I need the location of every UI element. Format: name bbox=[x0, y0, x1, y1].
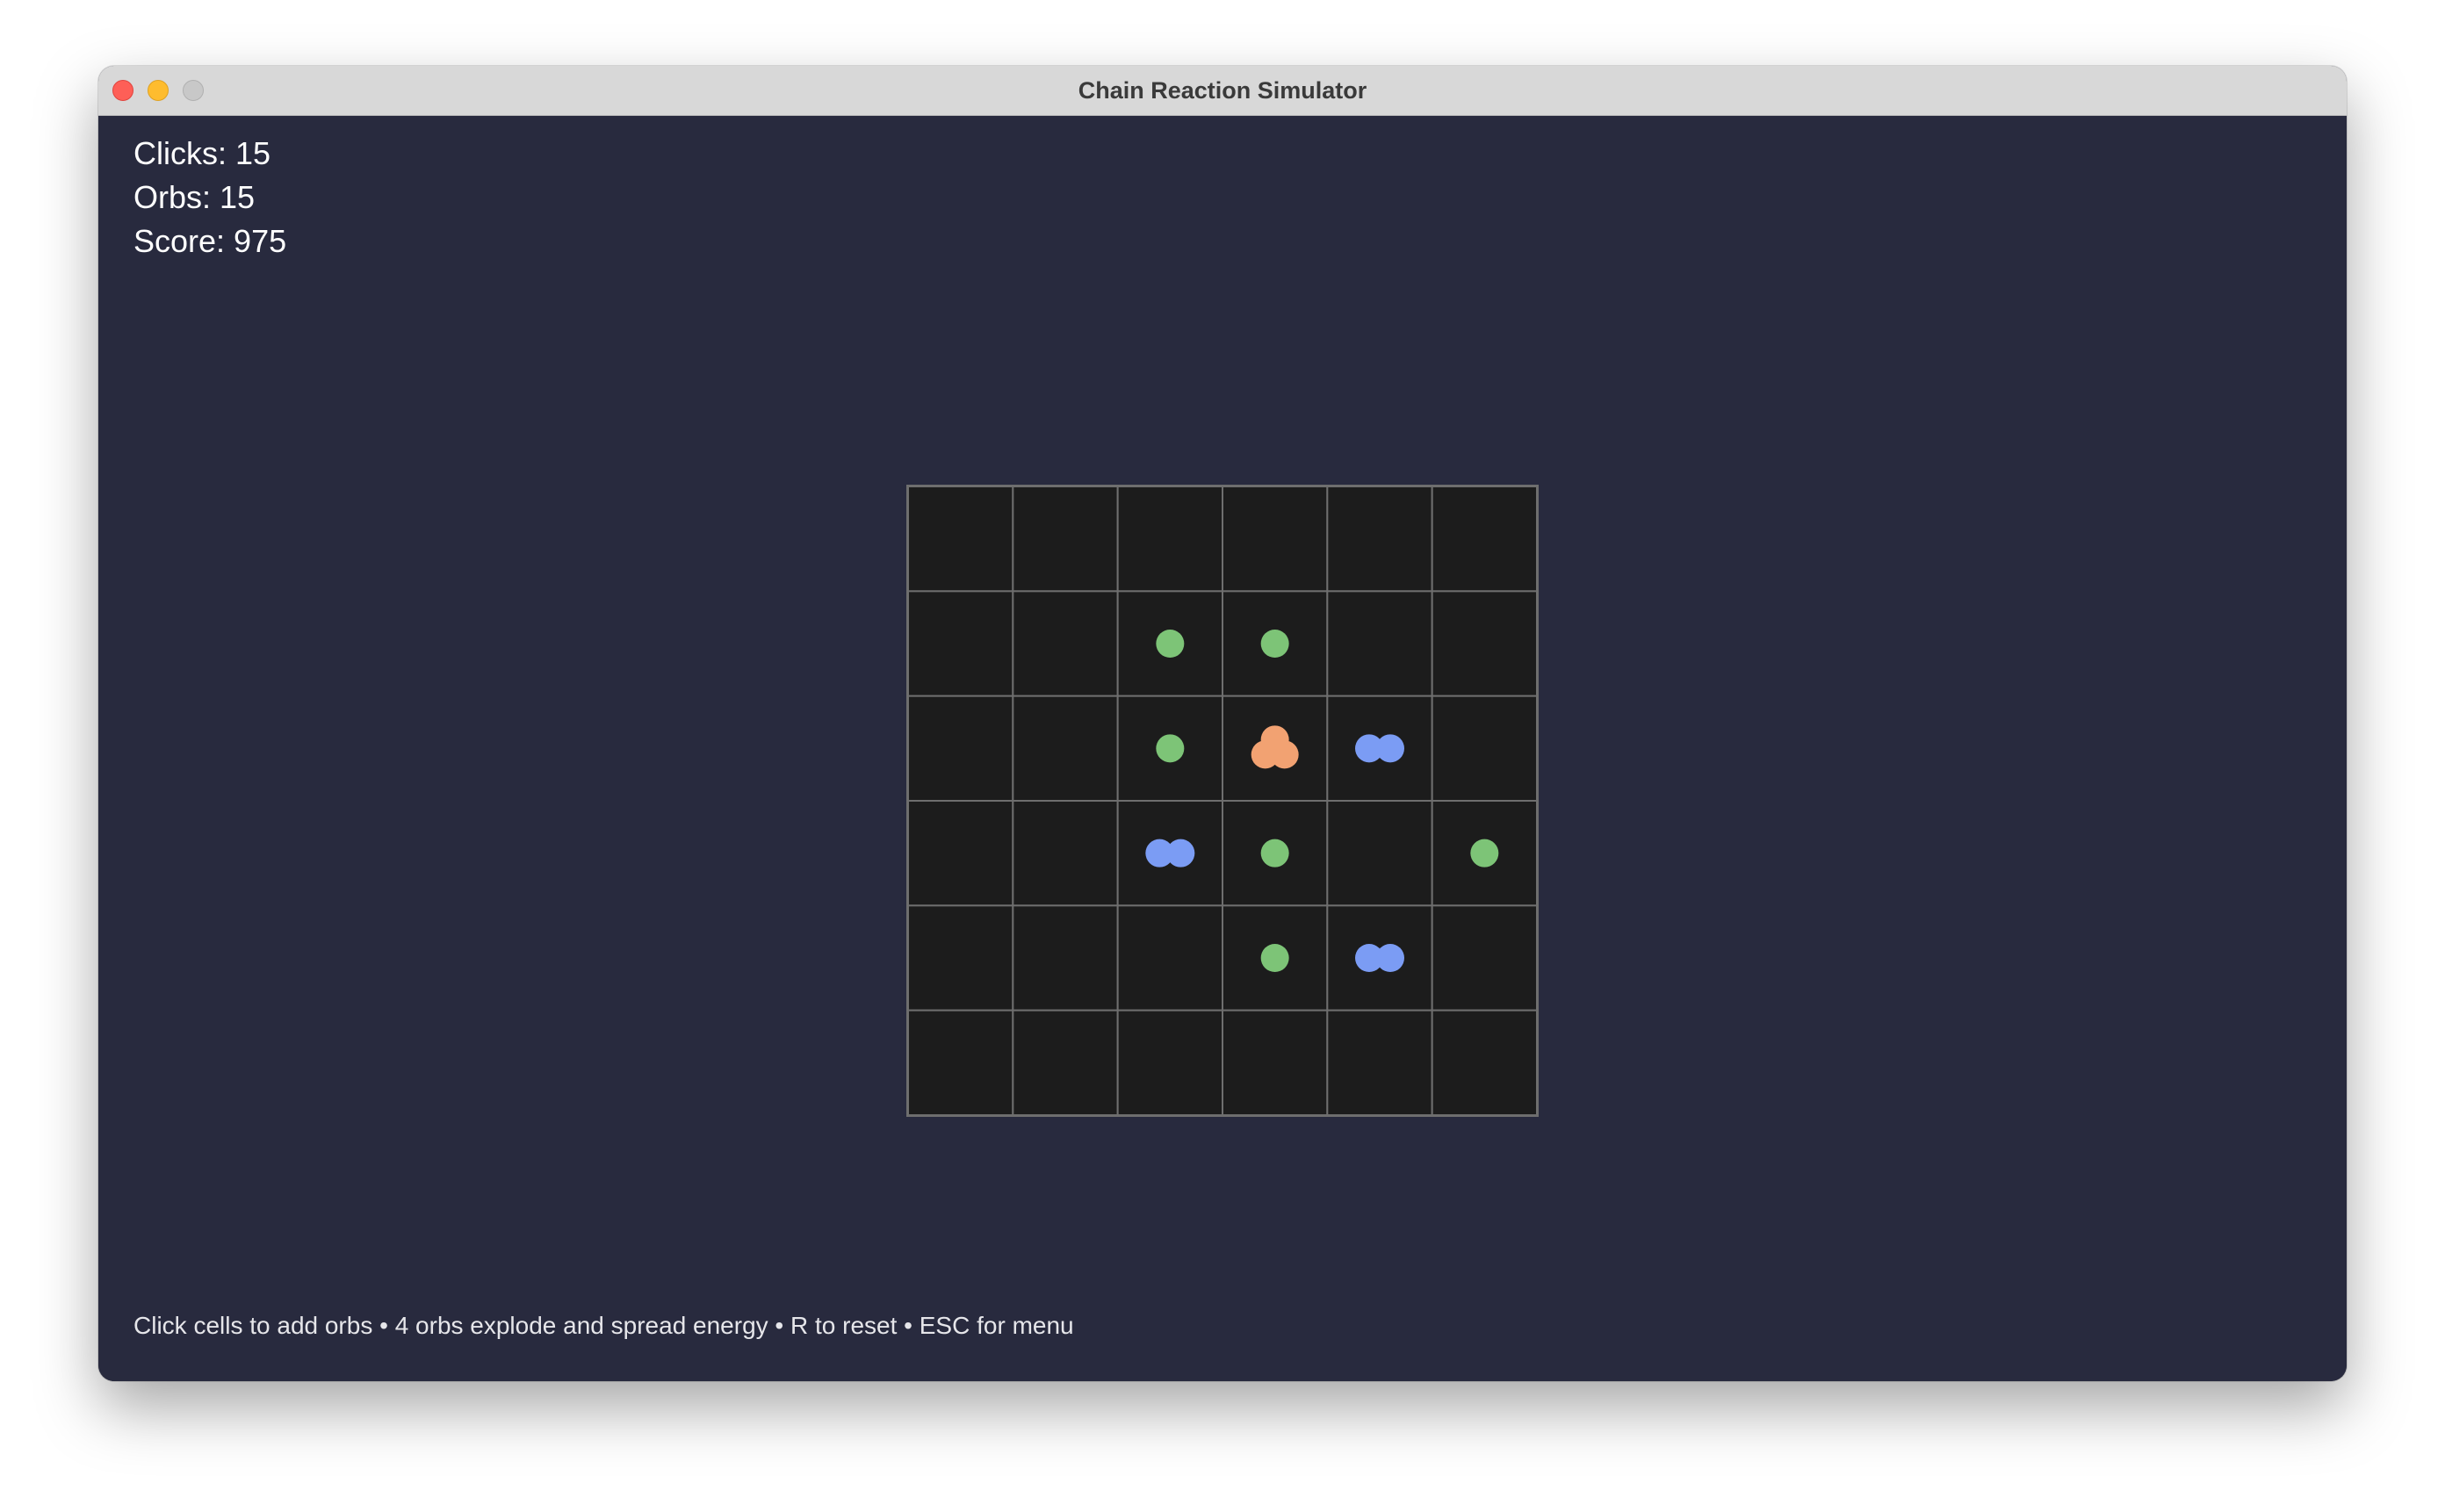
orb bbox=[1260, 839, 1289, 868]
cell-background bbox=[1116, 486, 1224, 593]
cell-background bbox=[1012, 800, 1119, 907]
orb bbox=[1260, 630, 1289, 658]
cell-background bbox=[908, 904, 1014, 1012]
cell-background bbox=[1116, 1009, 1224, 1115]
grid-cell-r1-c5[interactable] bbox=[1431, 590, 1537, 697]
grid-cell-r4-c3[interactable] bbox=[1222, 904, 1329, 1012]
orbs-counter: Orbs: 15 bbox=[133, 179, 256, 215]
grid-cell-r0-c2[interactable] bbox=[1116, 486, 1224, 593]
cell-background bbox=[1222, 1009, 1329, 1115]
cell-background bbox=[1326, 486, 1433, 593]
cell-background bbox=[908, 590, 1014, 697]
cell-background bbox=[1326, 800, 1433, 907]
score-counter: Score: 975 bbox=[133, 223, 287, 259]
grid-cell-r1-c0[interactable] bbox=[908, 590, 1014, 697]
clicks-counter: Clicks: 15 bbox=[133, 135, 271, 171]
board-svg bbox=[908, 486, 1537, 1115]
grid-cell-r4-c5[interactable] bbox=[1431, 904, 1537, 1012]
game-canvas: Clicks: 15 Orbs: 15 Score: 975 Click cel… bbox=[98, 116, 2347, 1381]
grid-cell-r4-c0[interactable] bbox=[908, 904, 1014, 1012]
grid-cell-r2-c5[interactable] bbox=[1431, 695, 1537, 803]
grid-cell-r4-c2[interactable] bbox=[1116, 904, 1224, 1012]
cell-background bbox=[1012, 590, 1119, 697]
grid-cell-r2-c4[interactable] bbox=[1326, 695, 1433, 803]
grid-cell-r3-c4[interactable] bbox=[1326, 800, 1433, 907]
cell-background bbox=[908, 486, 1014, 593]
grid-cell-r0-c4[interactable] bbox=[1326, 486, 1433, 593]
orb bbox=[1470, 839, 1499, 868]
cell-background bbox=[1431, 486, 1537, 593]
cell-background bbox=[908, 695, 1014, 803]
cell-background bbox=[1012, 486, 1119, 593]
orb bbox=[1166, 839, 1195, 868]
cell-background bbox=[1222, 486, 1329, 593]
app-window: Chain Reaction Simulator Clicks: 15 Orbs… bbox=[98, 66, 2347, 1381]
cell-background bbox=[1431, 1009, 1537, 1115]
grid-cell-r5-c2[interactable] bbox=[1116, 1009, 1224, 1115]
grid-cell-r0-c5[interactable] bbox=[1431, 486, 1537, 593]
cell-background bbox=[1012, 695, 1119, 803]
cell-background bbox=[1431, 904, 1537, 1012]
grid-cell-r5-c4[interactable] bbox=[1326, 1009, 1433, 1115]
cell-background bbox=[1116, 904, 1224, 1012]
grid-cell-r0-c3[interactable] bbox=[1222, 486, 1329, 593]
grid-cell-r3-c5[interactable] bbox=[1431, 800, 1537, 907]
stats-panel: Clicks: 15 Orbs: 15 Score: 975 bbox=[133, 132, 286, 263]
cell-background bbox=[1431, 695, 1537, 803]
grid-cell-r1-c4[interactable] bbox=[1326, 590, 1433, 697]
cell-background bbox=[908, 1009, 1014, 1115]
grid-cell-r5-c0[interactable] bbox=[908, 1009, 1014, 1115]
grid-cell-r2-c0[interactable] bbox=[908, 695, 1014, 803]
grid-cell-r3-c0[interactable] bbox=[908, 800, 1014, 907]
orb bbox=[1376, 944, 1404, 972]
game-board bbox=[906, 485, 1539, 1117]
window-title: Chain Reaction Simulator bbox=[1078, 77, 1367, 104]
orb bbox=[1376, 734, 1404, 763]
grid-cell-r2-c3[interactable] bbox=[1222, 695, 1329, 803]
cell-background bbox=[1326, 1009, 1433, 1115]
grid-cell-r4-c4[interactable] bbox=[1326, 904, 1433, 1012]
grid-cell-r0-c0[interactable] bbox=[908, 486, 1014, 593]
grid-cell-r3-c2[interactable] bbox=[1116, 800, 1224, 907]
grid-cell-r5-c1[interactable] bbox=[1012, 1009, 1119, 1115]
cell-background bbox=[1012, 1009, 1119, 1115]
help-text: Click cells to add orbs • 4 orbs explode… bbox=[133, 1312, 1074, 1339]
cell-background bbox=[1012, 904, 1119, 1012]
grid-cell-r5-c5[interactable] bbox=[1431, 1009, 1537, 1115]
orb bbox=[1260, 944, 1289, 972]
grid-cell-r5-c3[interactable] bbox=[1222, 1009, 1329, 1115]
title-bar: Chain Reaction Simulator bbox=[98, 66, 2347, 116]
cell-background bbox=[908, 800, 1014, 907]
grid-cell-r1-c1[interactable] bbox=[1012, 590, 1119, 697]
grid-cell-r3-c3[interactable] bbox=[1222, 800, 1329, 907]
orb bbox=[1156, 630, 1185, 658]
cell-background bbox=[1326, 590, 1433, 697]
grid-cell-r0-c1[interactable] bbox=[1012, 486, 1119, 593]
grid-cell-r3-c1[interactable] bbox=[1012, 800, 1119, 907]
grid-cell-r2-c2[interactable] bbox=[1116, 695, 1224, 803]
grid-cell-r2-c1[interactable] bbox=[1012, 695, 1119, 803]
grid-cell-r1-c3[interactable] bbox=[1222, 590, 1329, 697]
orb bbox=[1156, 734, 1185, 763]
orb bbox=[1270, 740, 1299, 769]
cell-background bbox=[1431, 590, 1537, 697]
grid-cell-r1-c2[interactable] bbox=[1116, 590, 1224, 697]
grid-cell-r4-c1[interactable] bbox=[1012, 904, 1119, 1012]
